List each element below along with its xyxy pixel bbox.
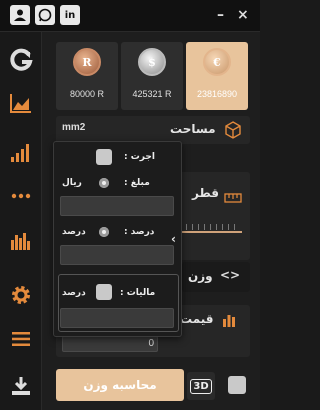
amount-input[interactable] [60, 196, 174, 216]
sidebar [0, 32, 42, 410]
download-icon[interactable] [7, 372, 35, 400]
coin-value: 80000 R [69, 89, 105, 99]
amount-label: مبلغ : [124, 178, 150, 188]
more-dots-icon[interactable] [7, 182, 35, 210]
option-checkbox[interactable] [228, 376, 246, 394]
tax-unit: درصد [62, 288, 86, 298]
weight-label: وزن [188, 269, 213, 283]
coin-value: 23816890 [196, 89, 238, 99]
bar-chart-icon[interactable] [7, 227, 35, 255]
menu-icon[interactable] [7, 325, 35, 353]
percent-radio-label: درصد [62, 227, 86, 237]
title-bar: in – × [0, 0, 260, 32]
price-label: قیمت [180, 312, 214, 326]
diameter-label: قطر [192, 186, 220, 200]
swap-icon[interactable]: <> [220, 268, 240, 282]
whatsapp-icon[interactable] [35, 5, 55, 25]
chart-area-icon[interactable] [7, 89, 35, 117]
signal-bars-icon[interactable] [7, 138, 35, 166]
percent-input[interactable] [60, 245, 174, 265]
coin-value: 425321 R [132, 89, 172, 99]
cube-icon [224, 121, 242, 143]
slider-ticks [180, 224, 240, 230]
coin-icon: $ [138, 48, 166, 76]
price-chart-icon [222, 312, 236, 331]
tax-checkbox[interactable] [96, 284, 112, 300]
coin-card-euro[interactable]: € 23816890 [186, 42, 248, 110]
area-unit[interactable]: mm2 [62, 122, 85, 133]
logo-icon[interactable] [7, 46, 35, 74]
tax-input[interactable] [60, 308, 174, 328]
coin-card-dollar[interactable]: $ 425321 R [121, 42, 183, 110]
chevron-left-icon[interactable]: ‹ [171, 232, 176, 246]
ruler-icon [224, 188, 242, 207]
calculate-weight-button[interactable]: محاسبه وزن [56, 369, 184, 401]
wage-label: اجرت : [124, 152, 155, 162]
amount-radio[interactable] [99, 178, 109, 188]
rial-label: ریال [62, 178, 82, 188]
wage-checkbox[interactable] [96, 149, 112, 165]
linkedin-icon[interactable]: in [60, 5, 80, 25]
gear-icon[interactable] [7, 281, 35, 309]
view-3d-icon: 3D [190, 378, 212, 394]
close-button[interactable]: × [237, 8, 249, 22]
user-icon[interactable] [10, 5, 30, 25]
percent-radio[interactable] [99, 227, 109, 237]
coin-card-rial[interactable]: R 80000 R [56, 42, 118, 110]
tax-label: مالیات : [120, 288, 156, 298]
minimize-button[interactable]: – [217, 8, 224, 22]
coin-icon: R [73, 48, 101, 76]
coin-icon: € [203, 48, 231, 76]
view-3d-button[interactable]: 3D [187, 372, 215, 400]
area-label: مساحت [170, 122, 216, 136]
percent-label: درصد : [124, 227, 155, 237]
diameter-slider[interactable] [176, 231, 242, 233]
wage-popup: اجرت : ریال مبلغ : درصد درصد : درصد مالی… [53, 141, 182, 337]
price-input[interactable]: 0 [62, 336, 158, 352]
